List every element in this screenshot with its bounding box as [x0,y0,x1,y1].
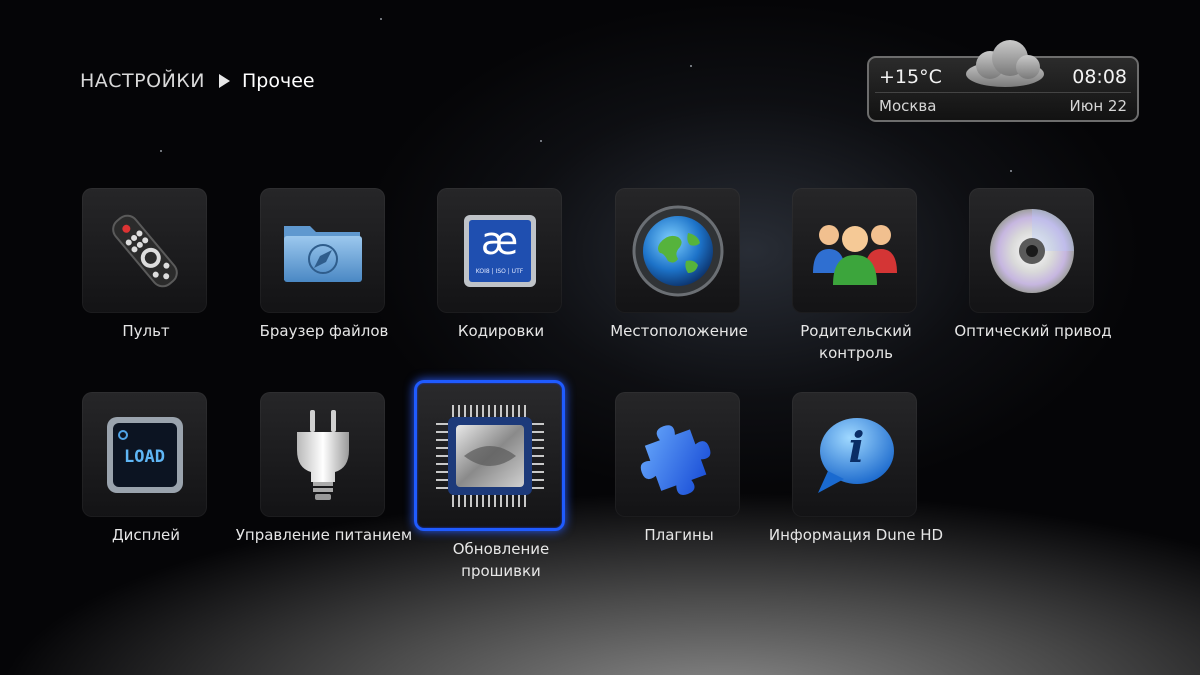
tile-dune-info-box[interactable]: i [792,392,917,517]
star [160,150,162,152]
tile-parental-control-box[interactable] [792,188,917,313]
breadcrumb-root[interactable]: НАСТРОЙКИ [80,70,205,92]
breadcrumb: НАСТРОЙКИ Прочее [80,70,315,92]
tile-label: Кодировки [457,322,545,340]
tile-display-box[interactable]: LOAD [82,392,207,517]
tile-label: Дисплей [111,526,181,544]
tile-plugins-box[interactable] [615,392,740,517]
star [540,140,542,142]
optical-disc-icon [988,207,1076,295]
tile-label: Информация Dune HD [768,526,944,544]
cloud-icon [964,38,1046,88]
remote-control-icon [105,206,185,296]
tile-label: Плагины [644,526,714,544]
tile-encodings-box[interactable]: æ KOI8 | ISO | UTF [437,188,562,313]
tile-optical-drive-box[interactable] [969,188,1094,313]
chip-icon [434,401,546,511]
weather-divider [875,92,1131,93]
tile-remote-box[interactable] [82,188,207,313]
weather-widget: +15°C 08:08 Москва Июн 22 [867,40,1139,122]
tile-label: Местоположение [610,322,748,340]
weather-date: Июн 22 [1069,97,1127,115]
star [1010,170,1012,172]
tile-firmware-update-box[interactable] [414,380,565,531]
info-bubble-icon: i [814,415,896,495]
breadcrumb-current: Прочее [242,70,315,92]
tile-label: Обновление прошивки [452,540,550,580]
tile-label: Пульт [122,322,170,340]
display-lcd-icon: LOAD [105,415,185,495]
parents-icon [809,215,901,287]
tile-label: Родительский контроль [800,322,912,362]
globe-icon [632,205,724,297]
power-plug-icon [293,408,353,502]
star [690,65,692,67]
star [380,18,382,20]
tile-label: Браузер файлов [259,322,389,340]
encoding-ae-icon: æ KOI8 | ISO | UTF [462,213,538,289]
folder-compass-icon [280,216,366,286]
display-lcd-text: LOAD [124,446,165,467]
breadcrumb-arrow-icon [219,74,230,88]
weather-temperature: +15°C [879,66,942,88]
tile-power-management-box[interactable] [260,392,385,517]
tile-label: Управление питанием [235,526,413,544]
clock-time: 08:08 [1072,66,1127,88]
encoding-subtext: KOI8 | ISO | UTF [475,267,524,275]
puzzle-icon [636,413,720,497]
weather-city: Москва [879,97,937,115]
tile-location-box[interactable] [615,188,740,313]
info-glyph: i [848,422,865,472]
tile-file-browser-box[interactable] [260,188,385,313]
encoding-glyph: æ [480,218,519,263]
tile-label: Оптический привод [954,322,1112,340]
